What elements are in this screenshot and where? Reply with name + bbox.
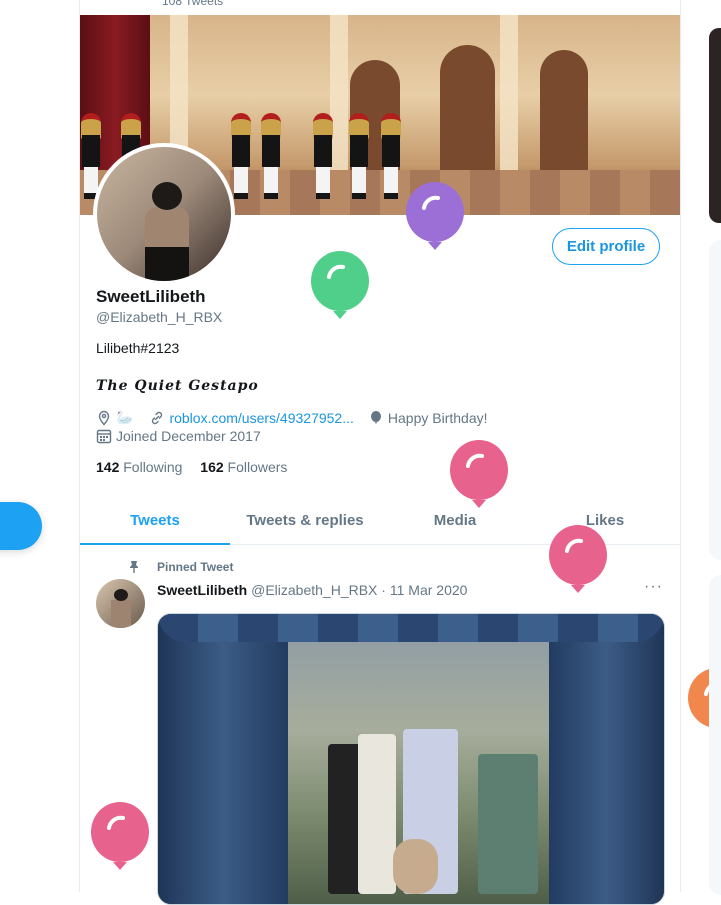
- tweet-date[interactable]: 11 Mar 2020: [390, 582, 468, 598]
- tweet-separator: ·: [381, 582, 386, 598]
- tweet-media-image[interactable]: [157, 613, 665, 905]
- profile-bio-line: The Quiet Gestapo: [96, 378, 259, 394]
- profile-handle: @Elizabeth_H_RBX: [96, 309, 223, 325]
- banner-guard: [380, 113, 402, 199]
- calendar-icon: [96, 429, 112, 444]
- tab-tweets[interactable]: Tweets: [80, 496, 230, 545]
- profile-display-name: SweetLilibeth: [96, 287, 206, 306]
- banner-guard: [80, 113, 102, 199]
- banner-guard: [312, 113, 334, 199]
- image-curtain-right: [549, 614, 664, 904]
- profile-main-column: 108 Tweets Edit profile SweetLilibeth @E…: [79, 0, 681, 905]
- link-icon: [152, 411, 163, 424]
- banner-guard: [230, 113, 252, 199]
- banner-guard: [260, 113, 282, 199]
- balloon-icon: [370, 410, 381, 424]
- followers-link[interactable]: 162 Followers: [200, 459, 287, 475]
- following-link[interactable]: 142 Following: [96, 459, 182, 475]
- birthday-text: Happy Birthday!: [387, 409, 488, 426]
- image-curtain-left: [158, 614, 288, 904]
- banner-pillar: [500, 15, 518, 175]
- tweet-header: SweetLilibeth @Elizabeth_H_RBX · 11 Mar …: [157, 582, 467, 598]
- banner-door: [440, 45, 495, 175]
- right-sidebar: [709, 0, 721, 895]
- image-dog: [393, 839, 438, 894]
- location-text: 🦢: [116, 409, 134, 425]
- website-link[interactable]: roblox.com/users/49327952...: [169, 410, 353, 426]
- balloon-icon: [91, 802, 149, 870]
- sidebar-card: [709, 575, 721, 895]
- tweet-author-handle[interactable]: @Elizabeth_H_RBX: [251, 582, 377, 598]
- image-curtain-top: [158, 614, 664, 642]
- edit-profile-button[interactable]: Edit profile: [552, 228, 660, 265]
- tweet-count: 108 Tweets: [162, 0, 224, 8]
- more-options-icon[interactable]: ···: [644, 578, 663, 596]
- image-figure: [358, 734, 396, 894]
- location-icon: [98, 410, 110, 426]
- follow-stats: 142 Following 162 Followers: [96, 459, 287, 475]
- pin-icon: [130, 561, 138, 573]
- balloon-icon: [406, 182, 464, 250]
- balloon-icon: [311, 251, 369, 319]
- sidebar-media-card[interactable]: [709, 28, 721, 223]
- banner-guard: [348, 113, 370, 199]
- tweet-author-name[interactable]: SweetLilibeth: [157, 582, 247, 598]
- profile-avatar[interactable]: [93, 143, 235, 285]
- profile-meta-row: Joined December 2017: [96, 428, 261, 444]
- pinned-tweet-label: Pinned Tweet: [127, 560, 233, 574]
- balloon-icon: [450, 440, 508, 508]
- tweet-compose-button[interactable]: [0, 502, 42, 550]
- joined-date: Joined December 2017: [116, 428, 261, 444]
- tweet-author-avatar[interactable]: [96, 579, 145, 628]
- tab-tweets-replies[interactable]: Tweets & replies: [230, 496, 380, 544]
- image-figure: [478, 754, 538, 894]
- profile-meta-row: 🦢 roblox.com/users/49327952... Happy Bir…: [96, 409, 488, 426]
- sidebar-card: [709, 240, 721, 560]
- profile-bio-line: Lilibeth#2123: [96, 340, 180, 356]
- balloon-icon: [549, 525, 607, 593]
- banner-window: [540, 50, 588, 170]
